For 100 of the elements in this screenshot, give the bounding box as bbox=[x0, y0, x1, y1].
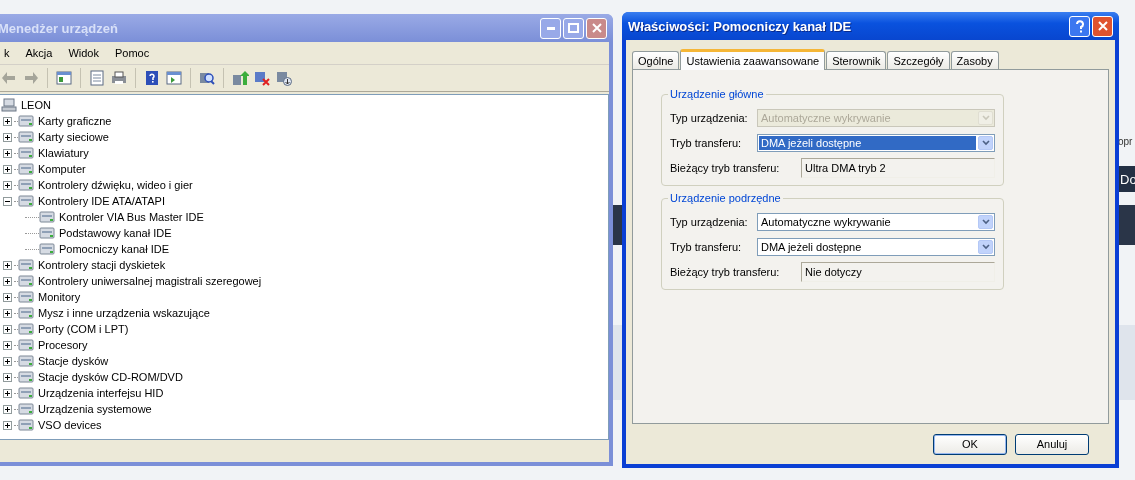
tree-item[interactable]: Kontroler VIA Bus Master IDE bbox=[59, 211, 204, 223]
dropdown[interactable]: Automatyczne wykrywanie bbox=[757, 213, 995, 231]
expand-toggle[interactable] bbox=[3, 276, 12, 286]
expand-toggle[interactable] bbox=[3, 308, 12, 318]
device-icon bbox=[18, 178, 34, 192]
tab[interactable]: Ustawienia zaawansowane bbox=[680, 49, 826, 70]
device-icon bbox=[39, 226, 55, 240]
device-icon bbox=[18, 274, 34, 288]
device-icon bbox=[39, 210, 55, 224]
expand-toggle[interactable] bbox=[3, 196, 12, 206]
expand-toggle[interactable] bbox=[3, 116, 12, 126]
tree-item[interactable]: Pomocniczy kanał IDE bbox=[59, 243, 170, 255]
close-icon bbox=[1097, 21, 1108, 31]
expand-toggle[interactable] bbox=[3, 340, 12, 350]
menu-item[interactable]: Widok bbox=[60, 47, 107, 59]
help-button[interactable] bbox=[1069, 15, 1090, 37]
tree-item[interactable]: Kontrolery uniwersalnej magistrali szeregowej bbox=[38, 275, 262, 287]
field-label: Typ urządzenia: bbox=[670, 112, 749, 124]
tree-item[interactable]: Kontrolery IDE ATA/ATAPI bbox=[38, 195, 165, 207]
device-icon bbox=[18, 386, 34, 400]
dropdown-value: Automatyczne wykrywanie bbox=[760, 111, 892, 125]
tree-item[interactable]: Urządzenia interfejsu HID bbox=[38, 387, 164, 399]
close-button[interactable] bbox=[1092, 15, 1113, 37]
expand-toggle[interactable] bbox=[3, 324, 12, 334]
readonly-field: Ultra DMA tryb 2 bbox=[801, 158, 995, 178]
expand-toggle[interactable] bbox=[3, 180, 12, 190]
update-driver-icon[interactable] bbox=[231, 69, 249, 87]
dialog-button[interactable]: Anuluj bbox=[1015, 433, 1089, 455]
disable-device-icon[interactable] bbox=[275, 69, 293, 87]
tree-item[interactable]: Mysz i inne urządzenia wskazujące bbox=[38, 307, 210, 319]
tree-item[interactable]: VSO devices bbox=[38, 419, 102, 431]
tab[interactable]: Ogólne bbox=[632, 51, 680, 69]
uninstall-icon[interactable] bbox=[253, 69, 271, 87]
tree-item[interactable]: Stacje dysków bbox=[38, 355, 109, 367]
tree-item[interactable]: Karty sieciowe bbox=[38, 131, 109, 143]
help-icon[interactable] bbox=[143, 69, 161, 87]
tree-item[interactable]: Karty graficzne bbox=[38, 115, 112, 127]
expand-toggle[interactable] bbox=[3, 356, 12, 366]
device-icon bbox=[18, 322, 34, 336]
chevron-down-icon[interactable] bbox=[978, 215, 993, 229]
tree-root[interactable]: LEON bbox=[21, 99, 51, 111]
tab[interactable]: Szczegóły bbox=[887, 51, 950, 69]
close-button[interactable] bbox=[586, 17, 607, 39]
expand-toggle[interactable] bbox=[3, 420, 12, 430]
field-label: Tryb transferu: bbox=[670, 137, 743, 149]
tree-item[interactable]: Klawiatury bbox=[38, 147, 89, 159]
dialog-button[interactable]: OK bbox=[933, 433, 1007, 455]
expand-toggle[interactable] bbox=[3, 372, 12, 382]
tree-item[interactable]: Stacje dysków CD-ROM/DVD bbox=[38, 371, 183, 383]
field-label: Typ urządzenia: bbox=[670, 216, 749, 228]
minimize-icon bbox=[546, 26, 555, 30]
device-icon bbox=[18, 146, 34, 160]
dropdown-value: Automatyczne wykrywanie bbox=[760, 215, 892, 229]
dropdown[interactable]: DMA jeżeli dostępne bbox=[757, 134, 995, 152]
device-icon bbox=[18, 162, 34, 176]
expand-toggle[interactable] bbox=[3, 404, 12, 414]
device-icon bbox=[18, 370, 34, 384]
chevron-down-icon[interactable] bbox=[978, 240, 993, 254]
device-icon bbox=[39, 242, 55, 256]
tree-item[interactable]: Kontrolery dźwięku, wideo i gier bbox=[38, 179, 193, 191]
field-label: Bieżący tryb transferu: bbox=[670, 162, 780, 174]
action-pane-icon[interactable] bbox=[165, 69, 183, 87]
group-legend: Urządzenie podrzędne bbox=[668, 192, 783, 204]
dropdown-value: DMA jeżeli dostępne bbox=[760, 240, 863, 254]
device-icon bbox=[18, 258, 34, 272]
tree-item[interactable]: Urządzenia systemowe bbox=[38, 403, 152, 415]
expand-toggle[interactable] bbox=[3, 292, 12, 302]
expand-toggle[interactable] bbox=[3, 132, 12, 142]
expand-toggle[interactable] bbox=[3, 148, 12, 158]
group-legend: Urządzenie główne bbox=[668, 88, 766, 100]
printer-icon[interactable] bbox=[110, 69, 128, 87]
tree-item[interactable]: Procesory bbox=[38, 339, 88, 351]
menu-item[interactable]: Akcja bbox=[17, 47, 61, 59]
maximize-icon bbox=[568, 23, 579, 33]
expand-toggle[interactable] bbox=[3, 164, 12, 174]
tab[interactable]: Zasoby bbox=[950, 51, 999, 69]
dialog-title: Właściwości: Pomocniczy kanał IDE bbox=[628, 18, 852, 34]
tree-item[interactable]: Monitory bbox=[38, 291, 81, 303]
chevron-down-icon[interactable] bbox=[978, 136, 993, 150]
expand-toggle[interactable] bbox=[3, 260, 12, 270]
field-label: Bieżący tryb transferu: bbox=[670, 266, 780, 278]
tab[interactable]: Sterownik bbox=[826, 51, 887, 69]
device-icon bbox=[18, 114, 34, 128]
tree-item[interactable]: Kontrolery stacji dyskietek bbox=[38, 259, 166, 271]
computer-icon bbox=[1, 98, 17, 112]
menu-item[interactable]: Pomoc bbox=[106, 47, 158, 59]
tree-item[interactable]: Porty (COM i LPT) bbox=[38, 323, 129, 335]
dropdown[interactable]: DMA jeżeli dostępne bbox=[757, 238, 995, 256]
device-icon bbox=[18, 354, 34, 368]
device-icon bbox=[18, 306, 34, 320]
dropdown-value: DMA jeżeli dostępne bbox=[759, 136, 976, 150]
device-icon bbox=[18, 130, 34, 144]
field-label: Tryb transferu: bbox=[670, 241, 743, 253]
device-icon bbox=[18, 290, 34, 304]
expand-toggle[interactable] bbox=[3, 388, 12, 398]
tree-item[interactable]: Podstawowy kanał IDE bbox=[59, 227, 172, 239]
help-icon bbox=[1074, 19, 1085, 33]
menu-item[interactable]: k bbox=[0, 47, 18, 59]
tree-item[interactable]: Komputer bbox=[38, 163, 86, 175]
console-tree-icon[interactable] bbox=[55, 69, 73, 87]
